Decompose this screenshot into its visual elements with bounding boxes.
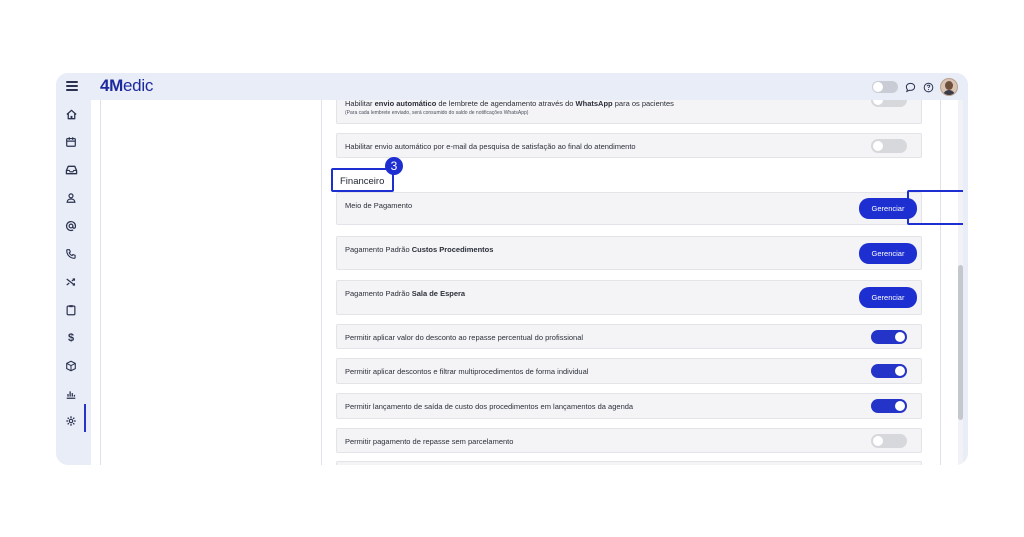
- payment-method-label: Meio de Pagamento: [345, 201, 413, 210]
- payment-costs-row: Pagamento Padrão Custos Procedimentos Ge…: [336, 236, 922, 270]
- whatsapp-reminder-row: Habilitar envio automático de lembrete d…: [336, 100, 922, 124]
- label-part: Pagamento Padrão: [345, 245, 412, 254]
- email-survey-row: Habilitar envio automático por e-mail da…: [336, 133, 922, 158]
- toggle-label: Permitir aplicar descontos e filtrar mul…: [345, 367, 589, 376]
- chart-icon[interactable]: [63, 386, 79, 402]
- label-bold: Sala de Espera: [411, 289, 466, 298]
- avatar[interactable]: [940, 78, 958, 96]
- callout-badge-3: 3: [385, 157, 403, 175]
- label-bold: envio automático: [374, 100, 437, 108]
- toggle-label: Permitir pagamento de repasse sem parcel…: [345, 437, 514, 446]
- label-part: de lembrete de agendamento através do: [436, 100, 576, 108]
- label-part: para os pacientes: [612, 100, 674, 108]
- phone-icon[interactable]: [63, 246, 79, 262]
- app-logo[interactable]: 4Medic: [100, 76, 153, 96]
- toggle-row-cost-output: Permitir lançamento de saída de custo do…: [336, 393, 922, 419]
- settings-content: Habilitar envio automático de lembrete d…: [91, 100, 963, 465]
- payment-waiting-row: Pagamento Padrão Sala de Espera Gerencia…: [336, 280, 922, 315]
- toggle-label: Permitir lançamento de saída de custo do…: [345, 402, 634, 411]
- whatsapp-reminder-note: (Para cada lembrete enviado, será consum…: [345, 110, 529, 116]
- toggle-row-individual-discounts: Permitir aplicar descontos e filtrar mul…: [336, 358, 922, 384]
- cost-output-toggle[interactable]: [871, 399, 907, 413]
- inbox-icon[interactable]: [63, 162, 79, 178]
- sidebar: $: [56, 100, 88, 465]
- chat-icon[interactable]: [904, 81, 916, 93]
- payment-waiting-label: Pagamento Padrão Sala de Espera: [345, 289, 465, 298]
- app-window: 4Medic $ Habilitar envio automático de l…: [56, 73, 968, 465]
- menu-icon[interactable]: [66, 81, 78, 91]
- label-part: Habilitar: [345, 100, 375, 108]
- individual-discounts-toggle[interactable]: [871, 364, 907, 378]
- next-row-partial: [336, 461, 922, 465]
- right-divider: [940, 100, 941, 465]
- toggle-row-discount-repass: Permitir aplicar valor do desconto ao re…: [336, 324, 922, 349]
- shuffle-icon[interactable]: [63, 274, 79, 290]
- top-bar-actions: [872, 77, 958, 97]
- email-survey-toggle[interactable]: [871, 139, 907, 153]
- discount-repass-toggle[interactable]: [871, 330, 907, 344]
- home-icon[interactable]: [63, 106, 79, 122]
- label-part: Pagamento Padrão: [345, 289, 412, 298]
- clipboard-icon[interactable]: [63, 302, 79, 318]
- label-bold: Custos Procedimentos: [411, 245, 494, 254]
- middle-divider: [321, 100, 322, 465]
- payment-costs-manage-button[interactable]: Gerenciar: [859, 243, 917, 264]
- calendar-icon[interactable]: [63, 134, 79, 150]
- scrollbar-thumb[interactable]: [958, 265, 963, 420]
- whatsapp-reminder-label: Habilitar envio automático de lembrete d…: [345, 100, 674, 108]
- logo-strong: 4M: [100, 76, 124, 95]
- label-bold: WhatsApp: [575, 100, 613, 108]
- whatsapp-reminder-toggle[interactable]: [871, 100, 907, 107]
- logo-light: edic: [123, 76, 154, 95]
- toggle-label: Permitir aplicar valor do desconto ao re…: [345, 333, 584, 342]
- theme-toggle[interactable]: [872, 81, 898, 93]
- at-icon[interactable]: [63, 218, 79, 234]
- gear-icon[interactable]: [63, 413, 79, 429]
- user-icon[interactable]: [63, 190, 79, 206]
- payment-method-row: Meio de Pagamento Gerenciar: [336, 192, 922, 225]
- email-survey-label: Habilitar envio automático por e-mail da…: [345, 142, 636, 151]
- active-indicator: [84, 404, 86, 432]
- payment-waiting-manage-button[interactable]: Gerenciar: [859, 287, 917, 308]
- callout-manage: [907, 190, 963, 225]
- left-divider: [100, 100, 101, 465]
- callout-financeiro: [331, 168, 394, 192]
- dollar-icon[interactable]: $: [63, 330, 79, 346]
- help-icon[interactable]: [922, 81, 934, 93]
- toggle-row-repass-installment: Permitir pagamento de repasse sem parcel…: [336, 428, 922, 453]
- package-icon[interactable]: [63, 358, 79, 374]
- top-bar: 4Medic: [56, 73, 968, 100]
- payment-costs-label: Pagamento Padrão Custos Procedimentos: [345, 245, 493, 254]
- repass-installment-toggle[interactable]: [871, 434, 907, 448]
